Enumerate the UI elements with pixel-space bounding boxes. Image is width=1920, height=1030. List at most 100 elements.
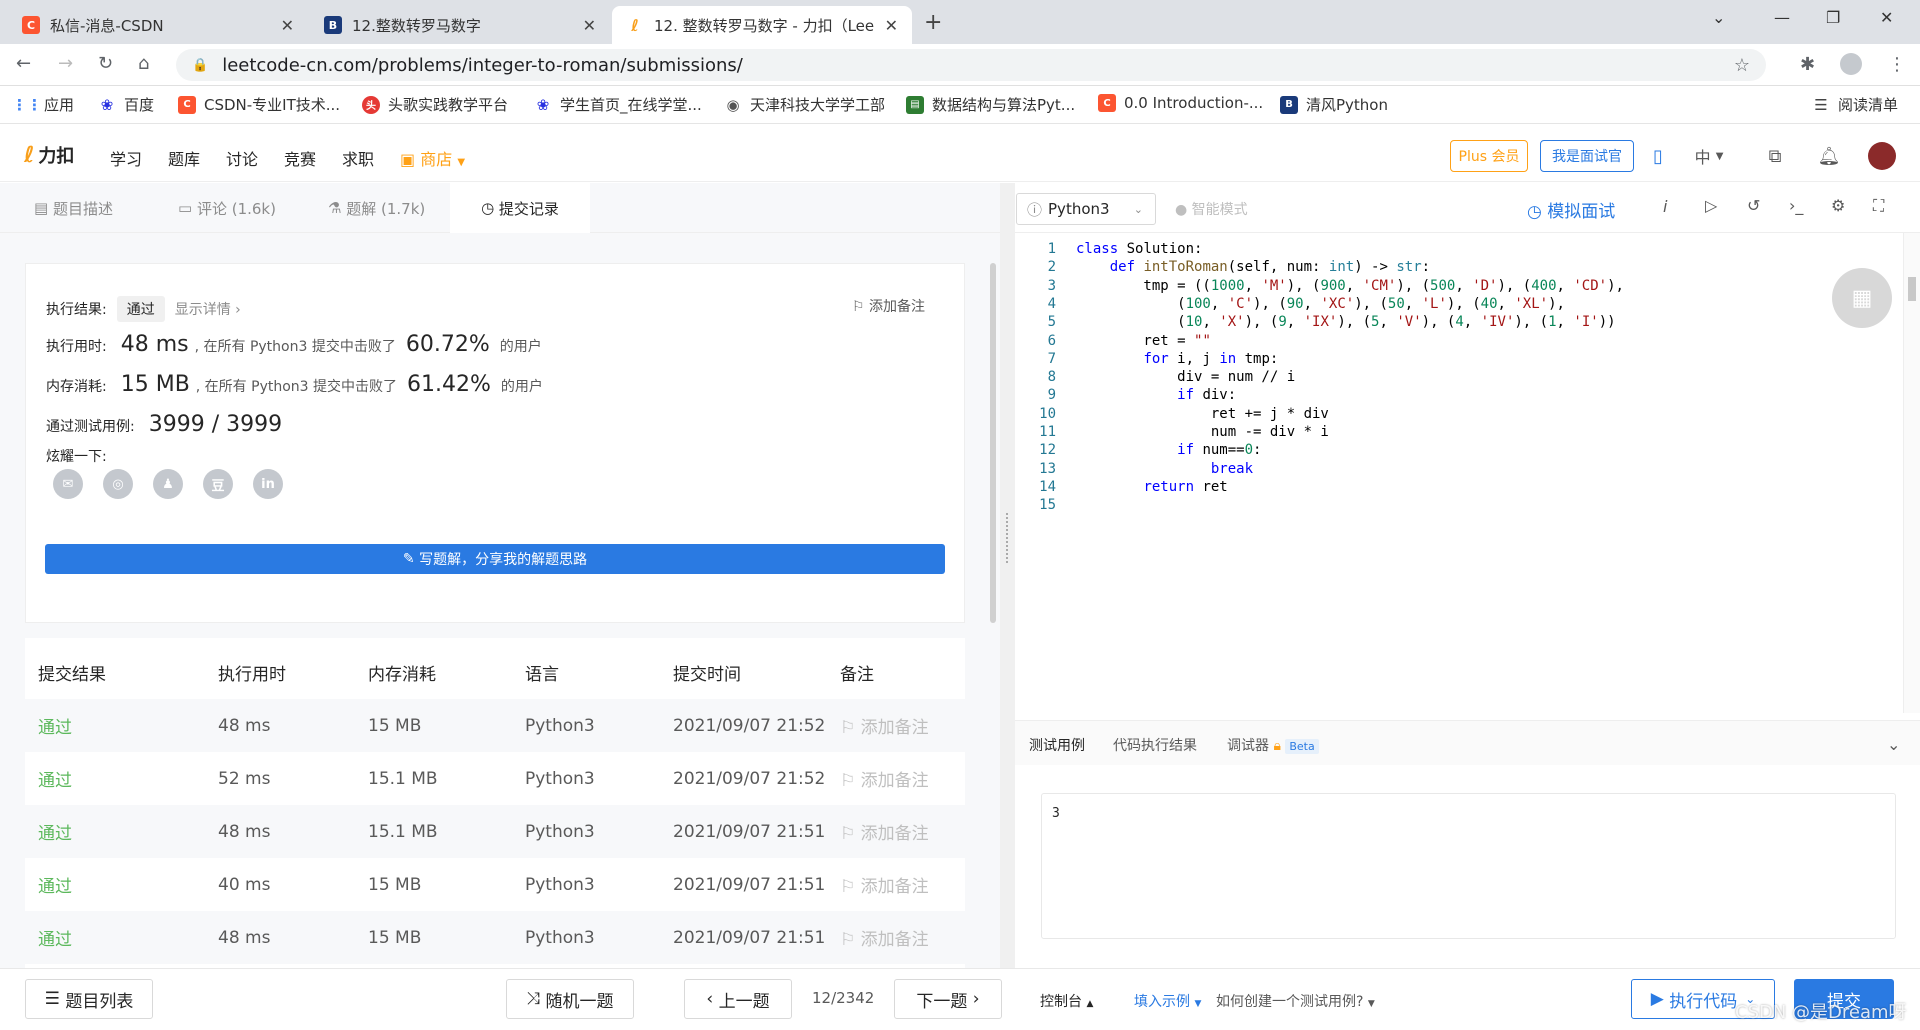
home-icon[interactable]: ⌂ <box>138 53 149 74</box>
interviewer-button[interactable]: 我是面试官 <box>1540 140 1634 172</box>
info-icon[interactable]: i <box>1663 197 1667 216</box>
code-line[interactable]: break <box>1076 461 1253 477</box>
new-tab-button[interactable]: + <box>924 10 942 35</box>
maximize-icon[interactable]: ❐ <box>1826 8 1840 27</box>
logo[interactable]: ℓ 力扣 <box>24 142 74 168</box>
row-add-note[interactable]: ⚐ 添加备注 <box>840 819 929 844</box>
code-line[interactable]: for i, j in tmp: <box>1076 351 1278 367</box>
row-result[interactable]: 通过 <box>38 713 72 738</box>
forward-icon[interactable]: → <box>58 53 73 74</box>
address-bar[interactable]: 🔒 leetcode-cn.com/problems/integer-to-ro… <box>176 49 1766 81</box>
play-icon[interactable]: ▷ <box>1705 196 1717 215</box>
nav-learn[interactable]: 学习 <box>110 146 142 170</box>
bookmark-apps[interactable]: ⋮⋮ 应用 <box>12 94 74 115</box>
tab-testcase[interactable]: 测试用例 <box>1029 735 1085 755</box>
code-line[interactable]: div = num // i <box>1076 369 1295 385</box>
table-row[interactable]: 通过 48 ms 15.1 MB Python3 2021/09/07 21:5… <box>25 805 965 858</box>
extensions-icon[interactable]: ✱ <box>1800 54 1815 75</box>
bookmark-csdn[interactable]: C CSDN-专业IT技术... <box>178 94 340 115</box>
notes-floating-button[interactable]: ▦ <box>1832 268 1892 328</box>
language-switch[interactable]: 中 ▼ <box>1684 140 1734 172</box>
code-line[interactable]: return ret <box>1076 479 1227 495</box>
code-line[interactable]: if num==0: <box>1076 442 1261 458</box>
code-line[interactable]: def intToRoman(self, num: int) -> str: <box>1076 259 1430 275</box>
table-row[interactable]: 通过 52 ms 15.1 MB Python3 2021/09/07 21:5… <box>25 752 965 805</box>
editor-scrollbar[interactable] <box>1903 233 1920 713</box>
tab-description[interactable]: ▤ 题目描述 <box>34 183 113 233</box>
left-scrollbar[interactable] <box>990 263 996 623</box>
row-add-note[interactable]: ⚐ 添加备注 <box>840 766 929 791</box>
prev-button[interactable]: ‹ 上一题 <box>684 979 792 1019</box>
problem-list-button[interactable]: ☰ 题目列表 <box>25 979 153 1019</box>
menu-icon[interactable]: ⋮ <box>1888 54 1906 75</box>
tab-comments[interactable]: ▭ 评论 (1.6k) <box>178 183 276 233</box>
nav-discuss[interactable]: 讨论 <box>226 146 258 170</box>
back-icon[interactable]: ← <box>16 53 31 74</box>
bookmark-tust[interactable]: ◉ 天津科技大学学工部 <box>724 94 885 115</box>
profile-avatar[interactable] <box>1840 53 1862 75</box>
table-row[interactable]: 通过 40 ms 15 MB Python3 2021/09/07 21:51 … <box>25 858 965 911</box>
bookmark-student[interactable]: ❀ 学生首页_在线学堂... <box>534 94 702 115</box>
code-line[interactable]: class Solution: <box>1076 241 1202 257</box>
douban-icon[interactable]: 豆 <box>203 469 233 499</box>
row-result[interactable]: 通过 <box>38 872 72 897</box>
tab-run-result[interactable]: 代码执行结果 <box>1113 735 1197 755</box>
star-icon[interactable]: ☆ <box>1734 55 1750 76</box>
add-note-button[interactable]: ⚐ 添加备注 <box>852 296 925 316</box>
nav-contest[interactable]: 竞赛 <box>284 146 316 170</box>
bell-icon[interactable]: 🔔︎ <box>1816 140 1842 172</box>
weibo-icon[interactable]: ◎ <box>103 469 133 499</box>
tab-solutions[interactable]: ⚗ 题解 (1.7k) <box>328 183 425 233</box>
bookmark-dsa[interactable]: ▤ 数据结构与算法Pyt... <box>906 94 1075 115</box>
table-row[interactable]: 通过 48 ms 15 MB Python3 2021/09/07 21:52 … <box>25 699 965 752</box>
row-add-note[interactable]: ⚐ 添加备注 <box>840 872 929 897</box>
plus-member-button[interactable]: Plus 会员 <box>1450 140 1528 172</box>
scroll-thumb[interactable] <box>1908 277 1916 301</box>
nav-jobs[interactable]: 求职 <box>342 146 374 170</box>
show-details-link[interactable]: 显示详情 › <box>175 299 241 319</box>
collapse-chevron-icon[interactable]: ⌄ <box>1887 735 1900 754</box>
tab-submissions[interactable]: ◷ 提交记录 <box>450 183 590 233</box>
code-line[interactable]: tmp = ((1000, 'M'), (900, 'CM'), (500, '… <box>1076 278 1624 294</box>
qq-icon[interactable]: ♟ <box>153 469 183 499</box>
reading-list[interactable]: ☰ 阅读清单 <box>1812 94 1898 115</box>
browser-tab-roman[interactable]: B 12.整数转罗马数字 ✕ <box>310 6 610 44</box>
random-button[interactable]: ⤨ 随机一题 <box>506 979 634 1019</box>
row-result[interactable]: 通过 <box>38 819 72 844</box>
playground-icon[interactable]: ⧉ <box>1762 140 1788 172</box>
code-line[interactable]: ret += j * div <box>1076 406 1329 422</box>
tab-debugger[interactable]: 调试器 🔒︎ Beta <box>1227 735 1319 755</box>
close-icon[interactable]: ✕ <box>885 16 898 35</box>
mock-interview-button[interactable]: ◷ 模拟面试 <box>1527 197 1615 222</box>
language-select[interactable]: ⓘ Python3 ⌄ <box>1016 193 1156 225</box>
minimize-icon[interactable]: — <box>1774 8 1790 27</box>
reload-icon[interactable]: ↻ <box>98 53 113 74</box>
how-create-dropdown[interactable]: 如何创建一个测试用例? ▼ <box>1216 991 1375 1011</box>
table-row[interactable]: 通过 48 ms 15 MB Python3 2021/09/07 21:51 … <box>25 911 965 964</box>
wechat-icon[interactable]: ✉ <box>53 469 83 499</box>
row-result[interactable]: 通过 <box>38 925 72 950</box>
code-line[interactable]: (100, 'C'), (90, 'XC'), (50, 'L'), (40, … <box>1076 296 1565 312</box>
row-add-note[interactable]: ⚐ 添加备注 <box>840 925 929 950</box>
fullscreen-icon[interactable]: ⛶ <box>1873 196 1884 216</box>
next-button[interactable]: 下一题 › <box>894 979 1002 1019</box>
code-line[interactable]: (10, 'X'), (9, 'IX'), (5, 'V'), (4, 'IV'… <box>1076 314 1615 330</box>
bookmark-baidu[interactable]: ❀ 百度 <box>98 94 154 115</box>
bookmark-qingfeng[interactable]: B 清风Python <box>1280 94 1388 115</box>
mobile-icon[interactable]: ▯ <box>1646 140 1670 172</box>
row-add-note[interactable]: ⚐ 添加备注 <box>840 713 929 738</box>
close-icon[interactable]: ✕ <box>281 16 294 35</box>
console-toggle[interactable]: 控制台 ▲ <box>1040 991 1093 1011</box>
fill-example-dropdown[interactable]: 填入示例 ▼ <box>1134 991 1201 1011</box>
write-solution-button[interactable]: ✎ 写题解，分享我的解题思路 <box>45 544 945 574</box>
browser-tab-csdn[interactable]: C 私信-消息-CSDN ✕ <box>8 6 308 44</box>
close-icon[interactable]: ✕ <box>583 16 596 35</box>
code-line[interactable]: ret = "" <box>1076 333 1210 349</box>
bookmark-educoder[interactable]: 头头歌实践教学平台 <box>362 94 508 115</box>
nav-problems[interactable]: 题库 <box>168 146 200 170</box>
bookmark-intro[interactable]: C 0.0 Introduction-... <box>1098 94 1263 112</box>
nav-store[interactable]: ▣ 商店 ▼ <box>400 146 465 170</box>
code-line[interactable]: if div: <box>1076 387 1236 403</box>
close-window-icon[interactable]: ✕ <box>1880 8 1893 27</box>
testcase-input[interactable]: 3 <box>1041 793 1896 939</box>
